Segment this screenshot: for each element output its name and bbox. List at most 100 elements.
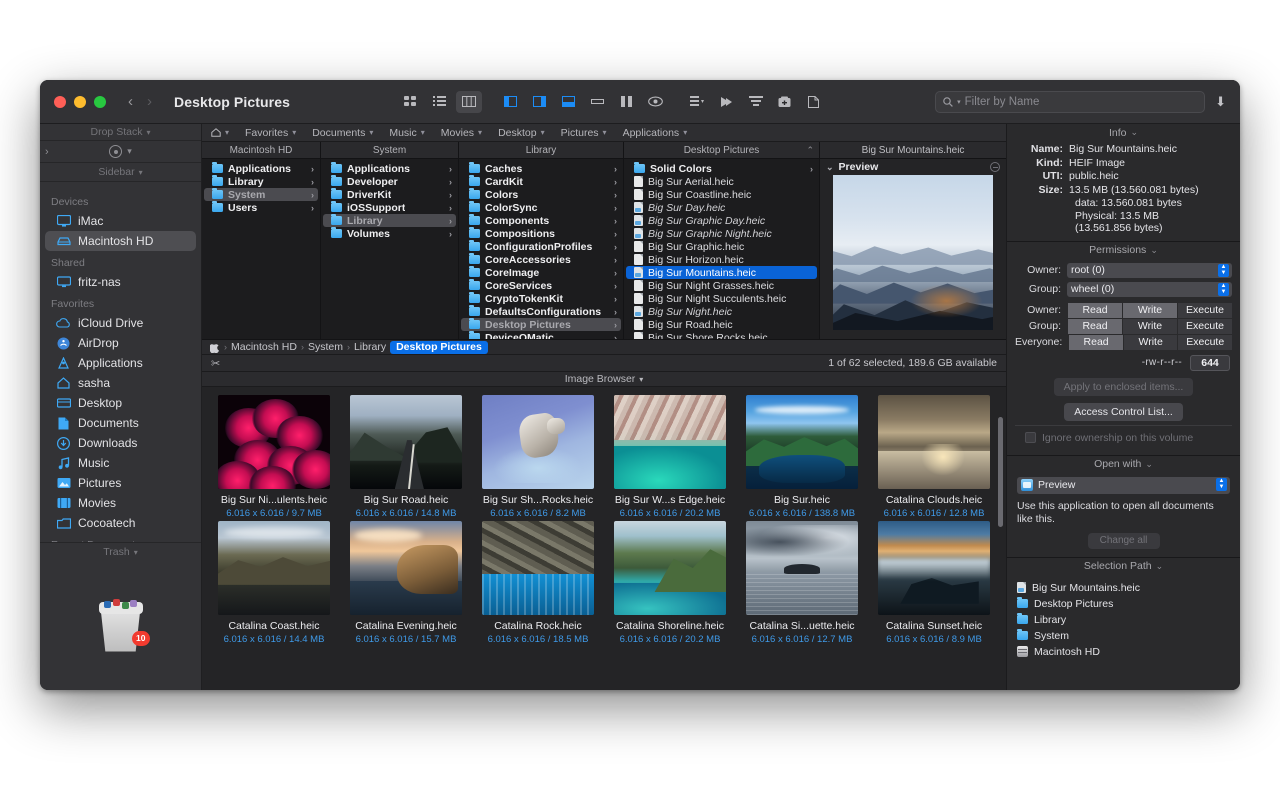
thumbnail-item[interactable]: Big Sur.heic 6.016 x 6.016 / 138.8 MB <box>736 395 868 519</box>
column-item[interactable]: Big Sur Day.heic <box>626 201 817 214</box>
column-item[interactable]: Big Sur Night.heic <box>626 305 817 318</box>
drop-stack-header[interactable]: Drop Stack ▾ <box>40 124 201 141</box>
maximize-button[interactable] <box>94 96 106 108</box>
search-input[interactable]: ▾ Filter by Name <box>935 91 1205 113</box>
column-item[interactable]: Colors› <box>461 188 621 201</box>
chevron-down-icon[interactable]: ▾ <box>127 146 132 157</box>
thumbnail-item[interactable]: Big Sur Sh...Rocks.heic 6.016 x 6.016 / … <box>472 395 604 519</box>
scissors-icon[interactable]: ✂ <box>211 357 220 370</box>
breadcrumb-item[interactable]: System <box>308 341 343 353</box>
drop-stack-target-icon[interactable] <box>109 145 122 158</box>
thumbnail-item[interactable]: Catalina Rock.heic 6.016 x 6.016 / 18.5 … <box>472 521 604 645</box>
new-file-icon[interactable] <box>801 91 827 113</box>
sidebar-item-applications[interactable]: Applications <box>45 353 196 373</box>
thumbnail-image[interactable] <box>878 395 990 489</box>
column-item[interactable]: Library› <box>204 175 318 188</box>
breadcrumb-item[interactable]: Library <box>354 341 386 353</box>
thumbnail-image[interactable] <box>878 521 990 615</box>
selection-path-item[interactable]: Macintosh HD <box>1017 644 1230 660</box>
minus-circle-icon[interactable] <box>990 162 1000 172</box>
perm-group-execute[interactable]: Execute <box>1178 319 1232 334</box>
column-item[interactable]: Caches› <box>461 162 621 175</box>
perm-owner-execute[interactable]: Execute <box>1178 303 1232 318</box>
sidebar-left-icon[interactable] <box>498 91 524 113</box>
image-browser-header[interactable]: Image Browser ▾ <box>202 372 1006 387</box>
icon-view-icon[interactable] <box>398 91 424 113</box>
open-with-section-header[interactable]: Open with ⌄ <box>1007 456 1240 473</box>
sidebar-item-documents[interactable]: Documents <box>45 413 196 433</box>
column-item[interactable]: Components› <box>461 214 621 227</box>
thumbnail-image[interactable] <box>614 521 726 615</box>
sidebar-item-imac[interactable]: iMac <box>45 211 196 231</box>
column-item[interactable]: CoreImage› <box>461 266 621 279</box>
column-item[interactable]: ConfigurationProfiles› <box>461 240 621 253</box>
browser-scrollbar[interactable] <box>998 417 1003 527</box>
path-dropdown-applications[interactable]: Applications ▾ <box>623 127 696 139</box>
share-icon[interactable] <box>714 91 740 113</box>
thumbnail-item[interactable]: Big Sur Ni...ulents.heic 6.016 x 6.016 /… <box>208 395 340 519</box>
column-item-selected-path[interactable]: Desktop Pictures› <box>461 318 621 331</box>
column-body[interactable]: Applications› Library› System› Users› <box>202 159 320 339</box>
thumbnail-image[interactable] <box>746 521 858 615</box>
column-item[interactable]: DeviceOMatic› <box>461 331 621 339</box>
perm-group-read[interactable]: Read <box>1068 319 1122 334</box>
sidebar-item-icloud-drive[interactable]: iCloud Drive <box>45 313 196 333</box>
column-item[interactable]: Big Sur Night Succulents.heic <box>626 292 817 305</box>
drop-stack-icon[interactable] <box>772 91 798 113</box>
column-item[interactable]: Developer› <box>323 175 456 188</box>
column-item-selected-path[interactable]: System› <box>204 188 318 201</box>
path-dropdown-desktop[interactable]: Desktop ▾ <box>498 127 553 139</box>
sidebar-item-airdrop[interactable]: AirDrop <box>45 333 196 353</box>
selection-path-item[interactable]: Big Sur Mountains.heic <box>1017 580 1230 596</box>
download-icon[interactable]: ⬇ <box>1215 94 1226 110</box>
group-select[interactable]: wheel (0) ▲▼ <box>1067 282 1232 297</box>
column-item[interactable]: iOSSupport› <box>323 201 456 214</box>
column-item[interactable]: Solid Colors› <box>626 162 817 175</box>
bottom-pane-icon[interactable] <box>585 91 611 113</box>
column-item[interactable]: Big Sur Graphic Day.heic <box>626 214 817 227</box>
column-item[interactable]: Compositions› <box>461 227 621 240</box>
selection-path-item[interactable]: Library <box>1017 612 1230 628</box>
column-item[interactable]: Big Sur Horizon.heic <box>626 253 817 266</box>
selection-path-item[interactable]: Desktop Pictures <box>1017 596 1230 612</box>
list-view-icon[interactable] <box>427 91 453 113</box>
sidebar-item-macintosh-hd[interactable]: Macintosh HD <box>45 231 196 251</box>
path-dropdown-movies[interactable]: Movies ▾ <box>441 127 490 139</box>
column-item[interactable]: CardKit› <box>461 175 621 188</box>
sidebar-right-icon[interactable] <box>527 91 553 113</box>
sidebar-item-cocoatech[interactable]: Cocoatech <box>45 513 196 533</box>
window-controls[interactable] <box>40 96 106 108</box>
sort-icon[interactable] <box>743 91 769 113</box>
open-with-select[interactable]: Preview ▲▼ <box>1017 477 1230 494</box>
path-dropdown-documents[interactable]: Documents ▾ <box>312 127 381 139</box>
column-item[interactable]: ColorSync› <box>461 201 621 214</box>
chevron-up-icon[interactable]: ⌃ <box>806 145 814 156</box>
column-item[interactable]: Big Sur Aerial.heic <box>626 175 817 188</box>
perm-everyone-read[interactable]: Read <box>1069 335 1123 350</box>
access-control-list-button[interactable]: Access Control List... <box>1064 403 1183 421</box>
trash-header[interactable]: Trash ▾ <box>40 543 201 561</box>
sidebar-item-sasha[interactable]: sasha <box>45 373 196 393</box>
breadcrumb-item-current[interactable]: Desktop Pictures <box>390 341 488 354</box>
octal-permissions-input[interactable]: 644 <box>1190 355 1230 371</box>
column-item[interactable]: CoreAccessories› <box>461 253 621 266</box>
column-item[interactable]: Volumes› <box>323 227 456 240</box>
column-item[interactable]: DriverKit› <box>323 188 456 201</box>
navigation-buttons[interactable]: ‹ › <box>128 93 152 110</box>
sidebar-item-movies[interactable]: Movies <box>45 493 196 513</box>
perm-owner-write[interactable]: Write <box>1123 303 1177 318</box>
stepper-icon[interactable]: ▲▼ <box>1218 264 1229 277</box>
column-item[interactable]: Big Sur Coastline.heic <box>626 188 817 201</box>
stepper-icon[interactable]: ▲▼ <box>1218 283 1229 296</box>
ignore-ownership-row[interactable]: Ignore ownership on this volume <box>1015 426 1232 449</box>
info-section-header[interactable]: Info ⌄ <box>1007 124 1240 141</box>
permissions-section-header[interactable]: Permissions ⌄ <box>1007 242 1240 259</box>
chevron-down-icon[interactable]: ⌄ <box>826 162 834 173</box>
trash-can-icon[interactable]: 10 <box>97 598 145 654</box>
thumbnail-item[interactable]: Catalina Shoreline.heic 6.016 x 6.016 / … <box>604 521 736 645</box>
thumbnail-image[interactable] <box>218 395 330 489</box>
thumbnail-image[interactable] <box>614 395 726 489</box>
thumbnail-item[interactable]: Big Sur W...s Edge.heic 6.016 x 6.016 / … <box>604 395 736 519</box>
column-body[interactable]: Solid Colors› Big Sur Aerial.heic Big Su… <box>624 159 819 339</box>
column-item[interactable]: Big Sur Road.heic <box>626 318 817 331</box>
